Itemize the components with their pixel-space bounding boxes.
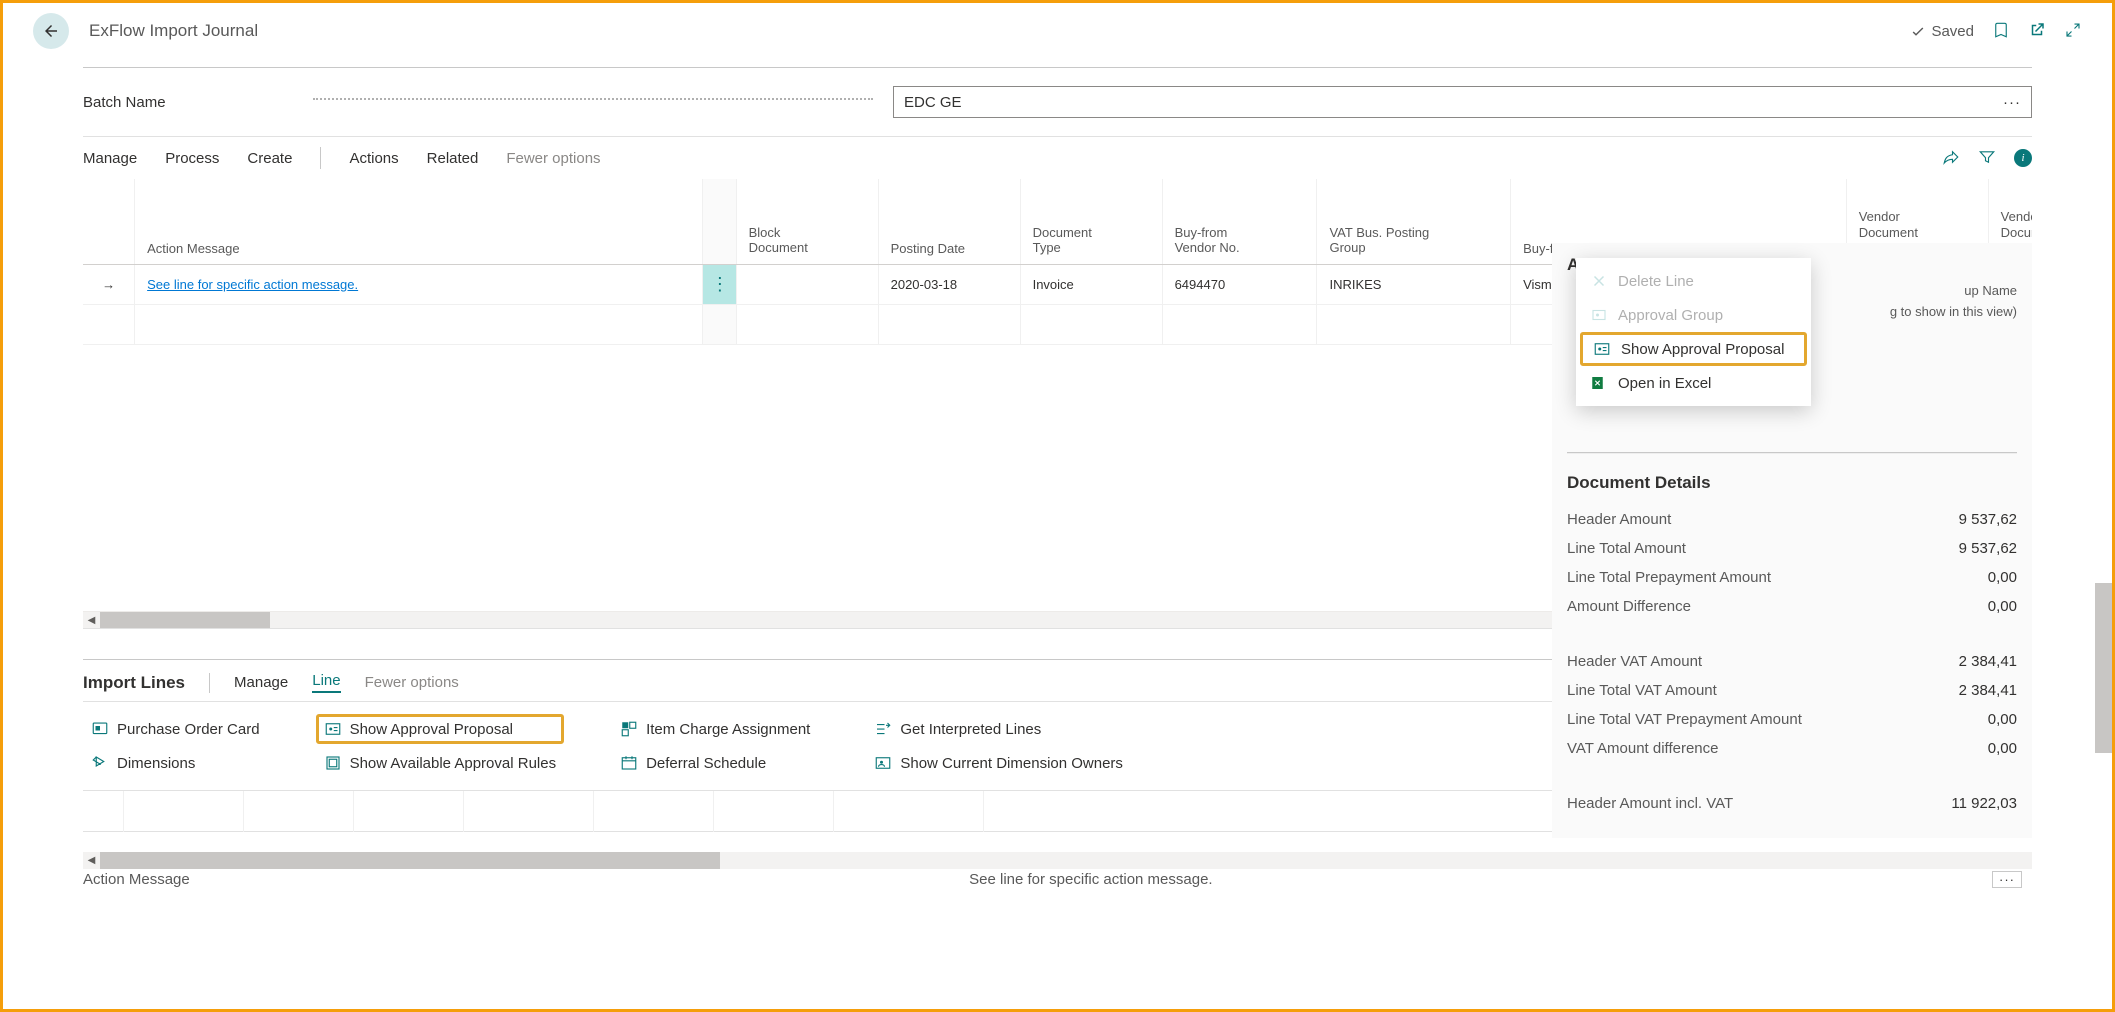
batch-name-lookup-icon[interactable]: ··· bbox=[2003, 94, 2021, 111]
detail-row: Line Total Prepayment Amount0,00 bbox=[1567, 563, 2017, 592]
dotted-leader bbox=[313, 98, 873, 100]
menu-open-in-excel[interactable]: Open in Excel bbox=[1576, 366, 1811, 400]
menu-show-approval-proposal[interactable]: Show Approval Proposal bbox=[1580, 332, 1807, 366]
batch-name-label: Batch Name bbox=[83, 94, 313, 111]
tab-manage[interactable]: Manage bbox=[234, 674, 288, 691]
share-icon[interactable] bbox=[1942, 148, 1960, 169]
toolbar-create[interactable]: Create bbox=[247, 150, 292, 167]
tab-line[interactable]: Line bbox=[312, 672, 340, 693]
action-purchase-order-card[interactable]: Purchase Order Card bbox=[83, 714, 268, 744]
cell-block-document[interactable] bbox=[736, 264, 878, 304]
toolbar-actions[interactable]: Actions bbox=[349, 150, 398, 167]
detail-row: Line Total VAT Amount2 384,41 bbox=[1567, 676, 2017, 705]
row-selector-icon[interactable]: → bbox=[83, 264, 135, 304]
context-menu: Delete Line Approval Group Show Approval… bbox=[1576, 258, 1811, 406]
back-button[interactable] bbox=[33, 13, 69, 49]
toolbar-related[interactable]: Related bbox=[427, 150, 479, 167]
toolbar-process[interactable]: Process bbox=[165, 150, 219, 167]
detail-row: Header VAT Amount2 384,41 bbox=[1567, 647, 2017, 676]
batch-name-input[interactable]: EDC GE ··· bbox=[893, 86, 2032, 118]
cell-buy-from-vendor-no[interactable]: 6494470 bbox=[1162, 264, 1317, 304]
detail-row: Amount Difference0,00 bbox=[1567, 592, 2017, 621]
detail-row: Header Amount incl. VAT11 922,03 bbox=[1567, 789, 2017, 818]
action-message-link[interactable]: See line for specific action message. bbox=[147, 277, 358, 292]
cell-posting-date[interactable]: 2020-03-18 bbox=[878, 264, 1020, 304]
collapse-icon[interactable] bbox=[2064, 21, 2082, 42]
vertical-scrollbar[interactable] bbox=[2095, 583, 2112, 753]
bookmark-icon[interactable] bbox=[1992, 21, 2010, 42]
row-menu-button[interactable]: ⋮ bbox=[703, 264, 737, 304]
action-get-interpreted-lines[interactable]: Get Interpreted Lines bbox=[866, 714, 1131, 744]
col-document-type[interactable]: DocumentType bbox=[1020, 179, 1162, 264]
toolbar-fewer-options[interactable]: Fewer options bbox=[506, 150, 600, 167]
col-vat-posting-group[interactable]: VAT Bus. PostingGroup bbox=[1317, 179, 1511, 264]
bottom-action-message-text: See line for specific action message. bbox=[969, 871, 1212, 888]
toolbar-separator bbox=[320, 147, 321, 169]
cell-document-type[interactable]: Invoice bbox=[1020, 264, 1162, 304]
bottom-action-message-label: Action Message bbox=[83, 871, 190, 888]
popout-icon[interactable] bbox=[2028, 21, 2046, 42]
detail-row: VAT Amount difference0,00 bbox=[1567, 734, 2017, 763]
tab-fewer-options[interactable]: Fewer options bbox=[365, 674, 459, 691]
menu-delete-line[interactable]: Delete Line bbox=[1576, 264, 1811, 298]
menu-approval-group[interactable]: Approval Group bbox=[1576, 298, 1811, 332]
bottom-more-button[interactable]: ··· bbox=[1992, 871, 2022, 888]
action-dimensions[interactable]: Dimensions bbox=[83, 748, 268, 778]
col-posting-date[interactable]: Posting Date bbox=[878, 179, 1020, 264]
action-item-charge-assignment[interactable]: Item Charge Assignment bbox=[612, 714, 818, 744]
toolbar-manage[interactable]: Manage bbox=[83, 150, 137, 167]
import-lines-title: Import Lines bbox=[83, 673, 185, 693]
import-lines-scrollbar[interactable]: ◀ bbox=[83, 852, 2032, 869]
filter-icon[interactable] bbox=[1978, 148, 1996, 169]
detail-row: Line Total VAT Prepayment Amount0,00 bbox=[1567, 705, 2017, 734]
info-icon[interactable]: i bbox=[2014, 149, 2032, 167]
detail-row: Line Total Amount9 537,62 bbox=[1567, 534, 2017, 563]
col-buy-from-vendor-no[interactable]: Buy-fromVendor No. bbox=[1162, 179, 1317, 264]
document-details-title: Document Details bbox=[1567, 473, 2017, 493]
action-show-available-approval-rules[interactable]: Show Available Approval Rules bbox=[316, 748, 565, 778]
action-show-current-dimension-owners[interactable]: Show Current Dimension Owners bbox=[866, 748, 1131, 778]
detail-row: Header Amount9 537,62 bbox=[1567, 505, 2017, 534]
col-block-document[interactable]: BlockDocument bbox=[736, 179, 878, 264]
page-title: ExFlow Import Journal bbox=[89, 21, 258, 41]
saved-indicator: Saved bbox=[1910, 23, 1974, 40]
action-deferral-schedule[interactable]: Deferral Schedule bbox=[612, 748, 818, 778]
cell-vat-posting-group[interactable]: INRIKES bbox=[1317, 264, 1511, 304]
col-action-message[interactable]: Action Message bbox=[135, 179, 703, 264]
action-show-approval-proposal[interactable]: Show Approval Proposal bbox=[316, 714, 565, 744]
